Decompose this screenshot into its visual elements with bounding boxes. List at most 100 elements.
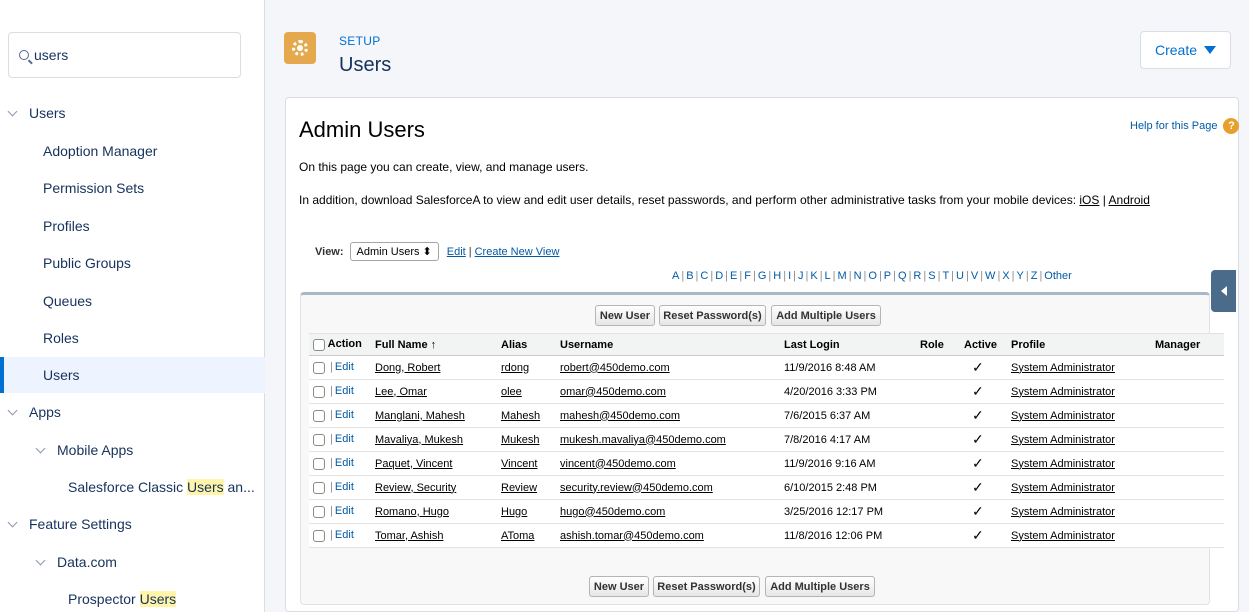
alphabet-letter-p[interactable]: P	[884, 270, 891, 282]
column-header-username[interactable]: Username	[556, 333, 780, 356]
alphabet-letter-q[interactable]: Q	[898, 270, 907, 282]
add-multiple-users-button-bottom[interactable]: Add Multiple Users	[765, 576, 875, 597]
row-checkbox[interactable]	[313, 433, 325, 446]
chevron-down-icon[interactable]	[7, 405, 18, 415]
alphabet-letter-n[interactable]: N	[854, 270, 862, 282]
alphabet-letter-g[interactable]: G	[758, 270, 767, 282]
edit-link[interactable]: Edit	[335, 457, 354, 469]
username-link[interactable]: ashish.tomar@450demo.com	[560, 530, 704, 542]
create-new-view-link[interactable]: Create New View	[475, 246, 560, 258]
alias-link[interactable]: rdong	[501, 362, 529, 374]
sidebar-item-queues[interactable]: Queues	[0, 283, 265, 319]
username-link[interactable]: vincent@450demo.com	[560, 458, 676, 470]
profile-link[interactable]: System Administrator	[1011, 530, 1115, 542]
alphabet-letter-j[interactable]: J	[798, 270, 804, 282]
new-user-button-bottom[interactable]: New User	[589, 576, 649, 597]
full-name-link[interactable]: Manglani, Mahesh	[375, 410, 465, 422]
alphabet-letter-h[interactable]: H	[773, 270, 781, 282]
alphabet-letter-b[interactable]: B	[686, 270, 693, 282]
alias-link[interactable]: AToma	[501, 530, 534, 542]
alphabet-letter-y[interactable]: Y	[1017, 270, 1024, 282]
username-link[interactable]: hugo@450demo.com	[560, 506, 665, 518]
column-header-last-login[interactable]: Last Login	[780, 333, 916, 356]
full-name-link[interactable]: Review, Security	[375, 482, 456, 494]
full-name-link[interactable]: Lee, Omar	[375, 386, 427, 398]
reset-password-button-bottom[interactable]: Reset Password(s)	[653, 576, 760, 597]
sidebar-item-apps[interactable]: Apps	[0, 394, 265, 430]
sidebar-item-users[interactable]: Users	[0, 95, 265, 131]
edit-link[interactable]: Edit	[335, 385, 354, 397]
sidebar-item-public-groups[interactable]: Public Groups	[0, 245, 265, 281]
alias-link[interactable]: Mukesh	[501, 434, 540, 446]
username-link[interactable]: omar@450demo.com	[560, 386, 666, 398]
add-multiple-users-button-top[interactable]: Add Multiple Users	[771, 305, 881, 326]
profile-link[interactable]: System Administrator	[1011, 458, 1115, 470]
profile-link[interactable]: System Administrator	[1011, 506, 1115, 518]
full-name-link[interactable]: Paquet, Vincent	[375, 458, 452, 470]
alphabet-letter-u[interactable]: U	[956, 270, 964, 282]
alias-link[interactable]: olee	[501, 386, 522, 398]
select-all-checkbox[interactable]	[313, 338, 325, 351]
row-checkbox[interactable]	[313, 529, 325, 542]
row-checkbox[interactable]	[313, 409, 325, 422]
alphabet-letter-t[interactable]: T	[942, 270, 949, 282]
profile-link[interactable]: System Administrator	[1011, 362, 1115, 374]
sidebar-item-mobile-apps[interactable]: Mobile Apps	[0, 432, 265, 468]
row-checkbox[interactable]	[313, 361, 325, 374]
profile-link[interactable]: System Administrator	[1011, 386, 1115, 398]
setup-breadcrumb[interactable]: SETUP	[339, 34, 381, 48]
column-header-alias[interactable]: Alias	[497, 333, 556, 356]
column-header-manager[interactable]: Manager	[1151, 333, 1224, 356]
username-link[interactable]: mahesh@450demo.com	[560, 410, 680, 422]
column-header-active[interactable]: Active	[960, 333, 1007, 356]
android-link[interactable]: Android	[1109, 193, 1150, 207]
alphabet-letter-k[interactable]: K	[810, 270, 817, 282]
new-user-button-top[interactable]: New User	[595, 305, 655, 326]
profile-link[interactable]: System Administrator	[1011, 434, 1115, 446]
sidebar-item-adoption-manager[interactable]: Adoption Manager	[0, 133, 265, 169]
alphabet-letter-e[interactable]: E	[730, 270, 737, 282]
column-header-role[interactable]: Role	[916, 333, 960, 356]
chevron-down-icon[interactable]	[7, 106, 18, 116]
alphabet-letter-x[interactable]: X	[1002, 270, 1009, 282]
row-checkbox[interactable]	[313, 457, 325, 470]
alphabet-letter-r[interactable]: R	[913, 270, 921, 282]
full-name-link[interactable]: Romano, Hugo	[375, 506, 449, 518]
reset-password-button-top[interactable]: Reset Password(s)	[659, 305, 766, 326]
alias-link[interactable]: Vincent	[501, 458, 538, 470]
sidebar-item-prospector-users[interactable]: Prospector Users	[0, 581, 265, 612]
chevron-down-icon[interactable]	[35, 555, 46, 565]
alphabet-letter-z[interactable]: Z	[1031, 270, 1038, 282]
alphabet-letter-d[interactable]: D	[715, 270, 723, 282]
edit-link[interactable]: Edit	[335, 409, 354, 421]
sidebar-item-roles[interactable]: Roles	[0, 320, 265, 356]
profile-link[interactable]: System Administrator	[1011, 482, 1115, 494]
username-link[interactable]: mukesh.mavaliya@450demo.com	[560, 434, 726, 446]
alphabet-letter-l[interactable]: L	[825, 270, 831, 282]
help-link[interactable]: Help for this Page ?	[1130, 118, 1240, 134]
row-checkbox[interactable]	[313, 385, 325, 398]
view-select[interactable]: Admin Users ⬍	[349, 242, 439, 261]
username-link[interactable]: robert@450demo.com	[560, 362, 670, 374]
alphabet-letter-c[interactable]: C	[700, 270, 708, 282]
edit-link[interactable]: Edit	[335, 361, 354, 373]
edit-link[interactable]: Edit	[335, 529, 354, 541]
alphabet-letter-m[interactable]: M	[838, 270, 847, 282]
edit-link[interactable]: Edit	[335, 433, 354, 445]
edit-view-link[interactable]: Edit	[447, 246, 466, 258]
edit-link[interactable]: Edit	[335, 505, 354, 517]
full-name-link[interactable]: Dong, Robert	[375, 362, 440, 374]
alphabet-letter-w[interactable]: W	[985, 270, 995, 282]
sidebar-item-data-com[interactable]: Data.com	[0, 544, 265, 580]
alphabet-letter-v[interactable]: V	[971, 270, 978, 282]
alias-link[interactable]: Review	[501, 482, 537, 494]
sidebar-item-salesforce-classic-users-an[interactable]: Salesforce Classic Users an...	[0, 469, 265, 505]
sidebar-item-users[interactable]: Users	[0, 357, 265, 393]
alphabet-letter-other[interactable]: Other	[1044, 270, 1072, 282]
edit-link[interactable]: Edit	[335, 481, 354, 493]
alias-link[interactable]: Mahesh	[501, 410, 540, 422]
row-checkbox[interactable]	[313, 481, 325, 494]
row-checkbox[interactable]	[313, 505, 325, 518]
column-header-profile[interactable]: Profile	[1007, 333, 1151, 356]
create-menu-button[interactable]: Create	[1140, 31, 1231, 69]
